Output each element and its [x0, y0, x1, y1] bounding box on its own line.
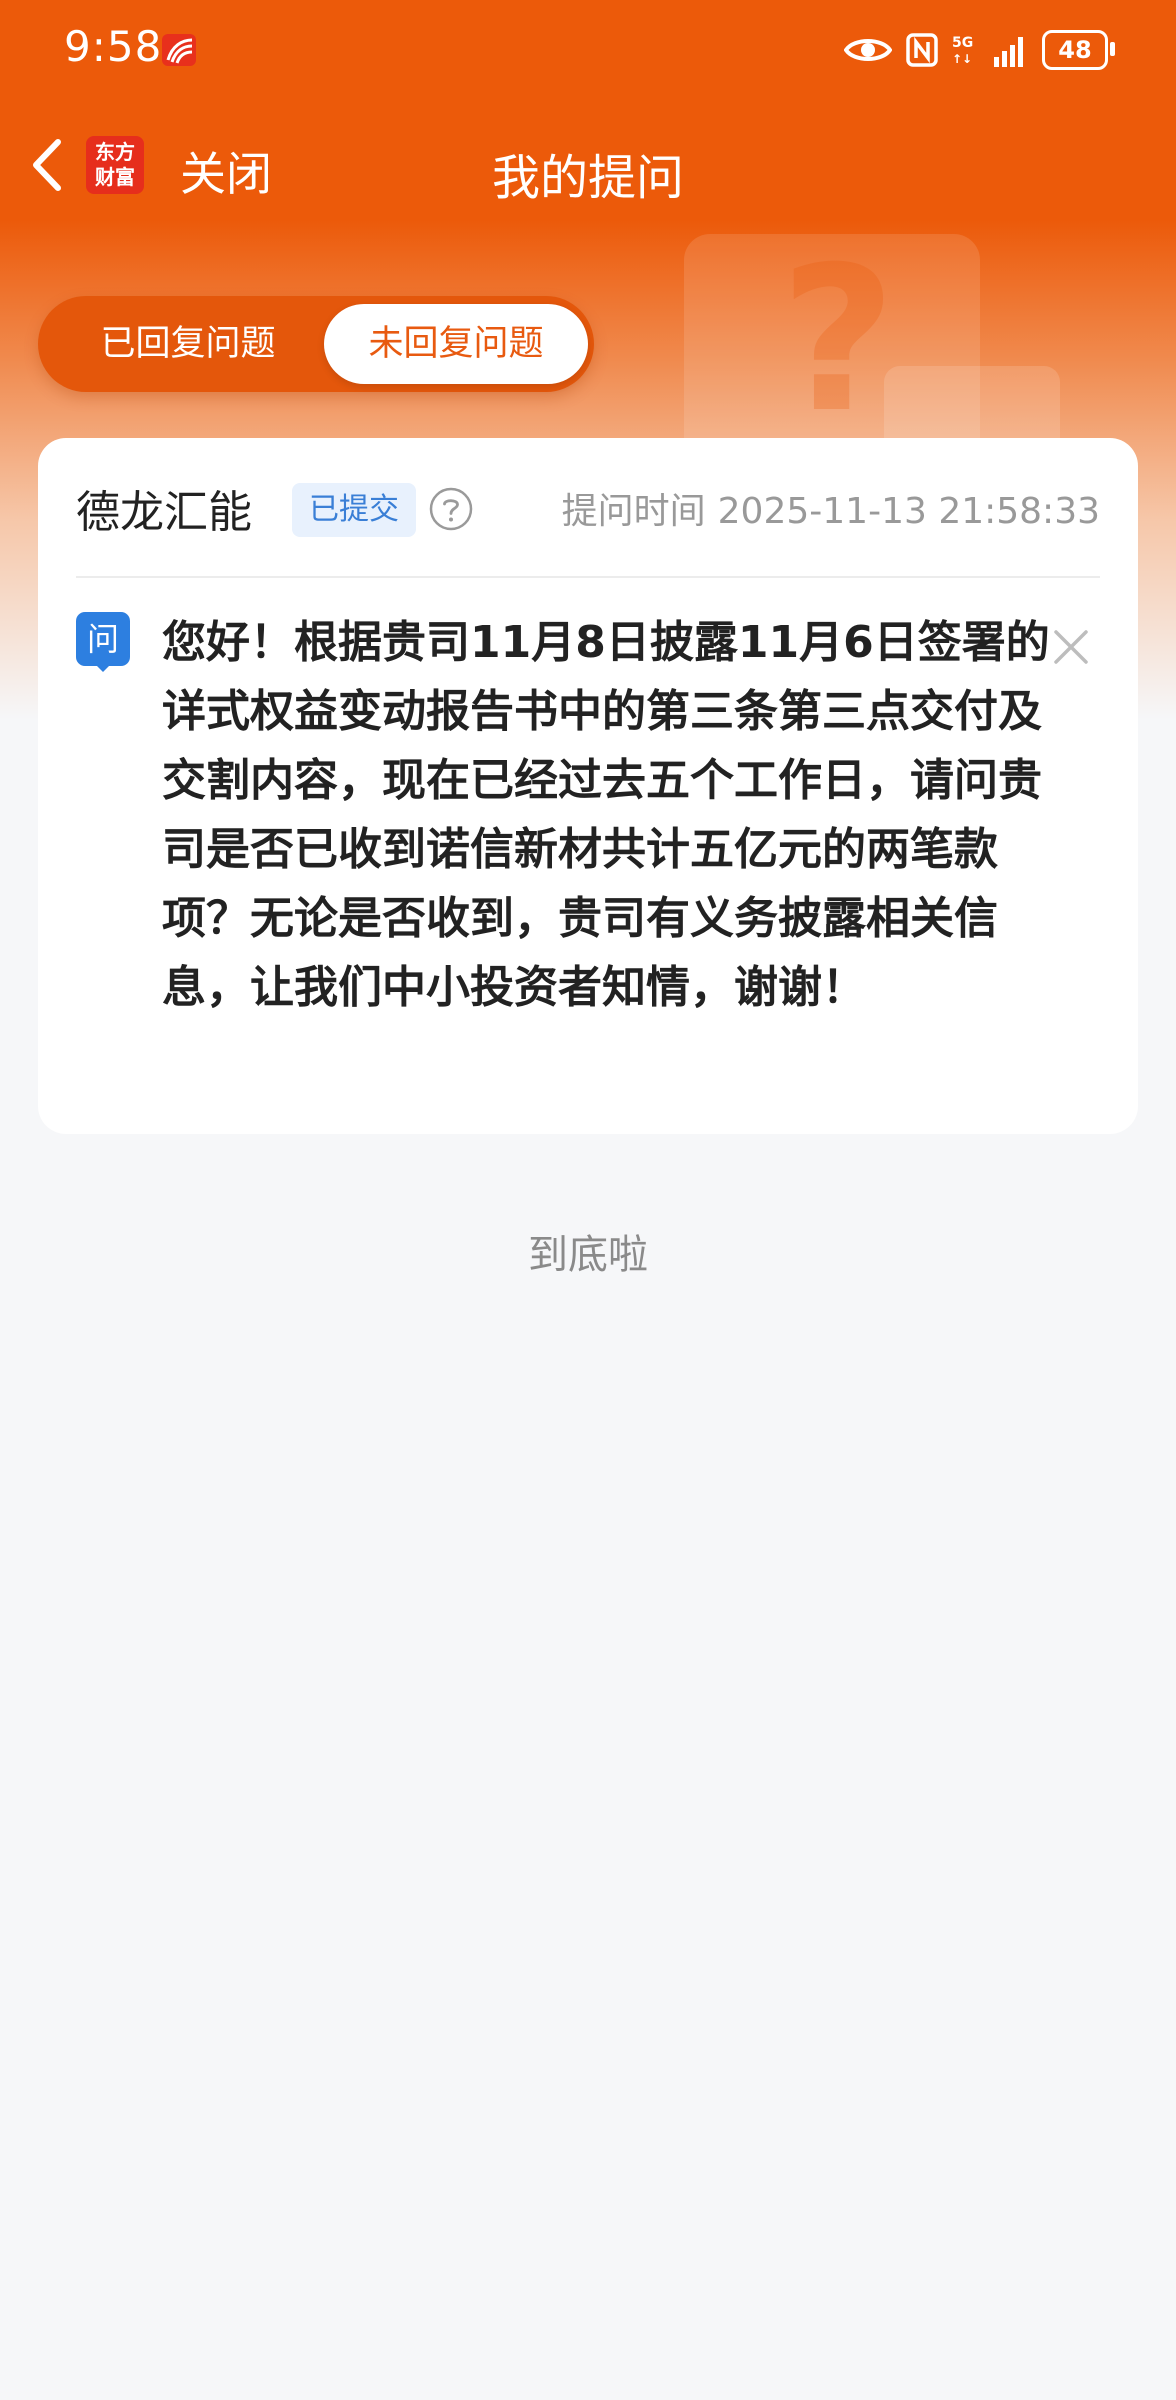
- question-time-label: 提问时间: [561, 491, 706, 532]
- question-tabs: 已回复问题 未回复问题: [38, 296, 594, 392]
- svg-text:↑↓: ↑↓: [952, 52, 972, 66]
- status-icons: 5G ↑↓ 48: [844, 28, 1115, 72]
- question-icon-label: 问: [76, 612, 130, 666]
- divider: [76, 576, 1100, 578]
- battery-level: 48: [1058, 36, 1092, 64]
- brand-logo: 东方 财富: [86, 136, 144, 194]
- company-name[interactable]: 德龙汇能: [76, 476, 252, 540]
- signal-icon: [994, 37, 1023, 67]
- question-card: 德龙汇能 已提交 提问时间 2025-11-13 21:58:33 问 您好！根据…: [38, 438, 1138, 1134]
- close-button[interactable]: 关闭: [180, 138, 272, 204]
- question-time: 提问时间 2025-11-13 21:58:33: [562, 482, 1100, 534]
- question-text: 您好！根据贵司11月8日披露11月6日签署的详式权益变动报告书中的第三条第三点交…: [162, 617, 1050, 1013]
- tab-unanswered-questions[interactable]: 未回复问题: [324, 304, 588, 384]
- battery-icon: 48: [1042, 30, 1115, 70]
- app-notification-icon: [162, 34, 196, 66]
- eye-icon: [844, 39, 892, 61]
- nfc-icon: [906, 33, 938, 67]
- status-bar: 9:58 5G ↑↓ 48: [0, 0, 1176, 100]
- question-icon: 问: [76, 612, 130, 674]
- end-of-list-text: 到底啦: [528, 1232, 648, 1278]
- help-icon[interactable]: [428, 486, 474, 532]
- brand-logo-line1: 东方: [95, 140, 135, 164]
- back-arrow-icon[interactable]: [24, 134, 72, 196]
- brand-logo-line2: 财富: [95, 165, 135, 189]
- close-icon[interactable]: [1048, 624, 1094, 670]
- question-time-value: 2025-11-13 21:58:33: [717, 491, 1100, 532]
- status-time: 9:58: [64, 22, 163, 71]
- page-title: 我的提问: [491, 150, 684, 206]
- 5g-icon: 5G ↑↓: [952, 35, 973, 66]
- nav-bar: 东方 财富 关闭 我的提问: [0, 120, 1176, 210]
- svg-text:5G: 5G: [952, 35, 973, 51]
- tab-answered-questions[interactable]: 已回复问题: [46, 304, 330, 384]
- status-badge: 已提交: [292, 483, 416, 537]
